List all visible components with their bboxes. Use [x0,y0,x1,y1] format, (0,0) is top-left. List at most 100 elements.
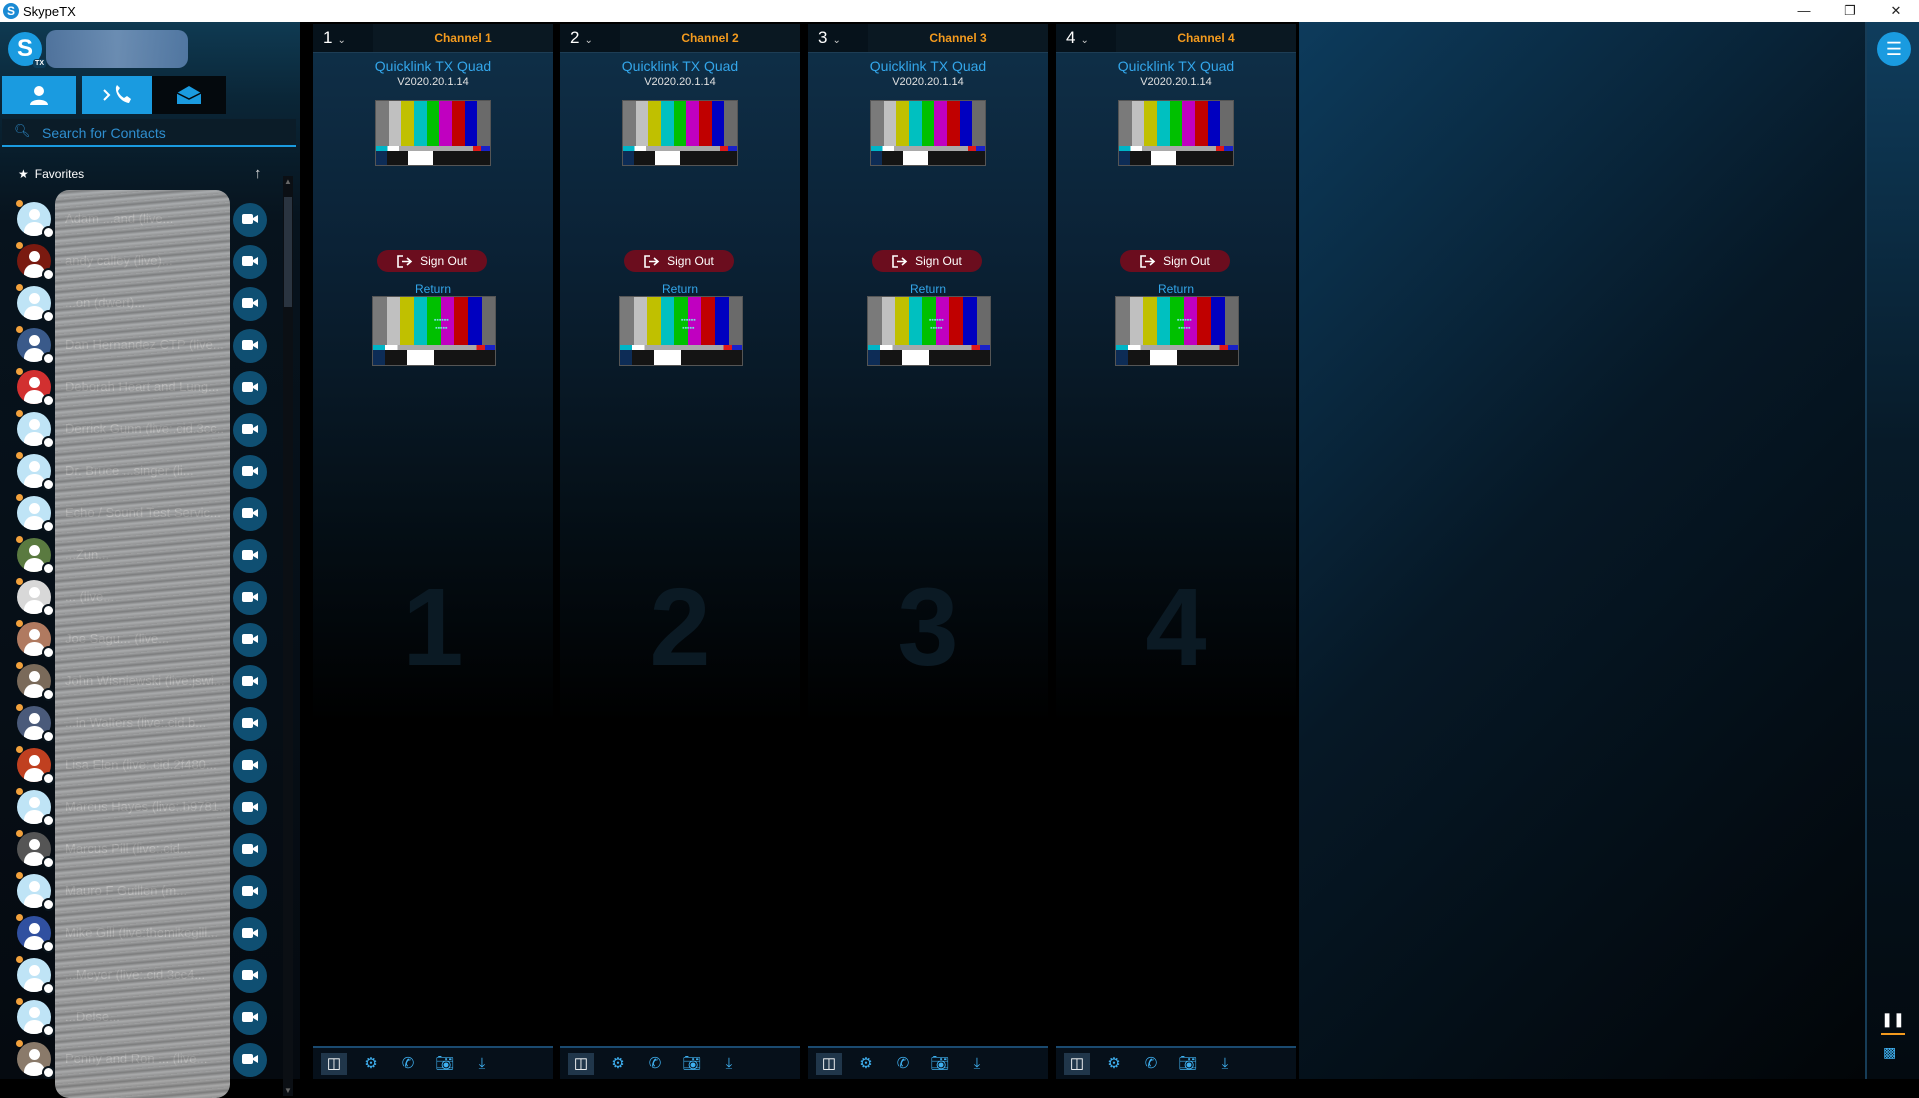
camera-icon[interactable]: 📷︎ [432,1053,458,1075]
avatar-head-shape [29,755,40,766]
gear-icon[interactable]: ⚙ [358,1053,384,1075]
sign-out-button[interactable]: Sign Out [624,250,734,272]
version-label: V2020.20.1.14 [644,76,716,88]
favorite-star-icon [16,746,23,753]
presence-status-icon [42,604,55,617]
favorite-star-icon [16,704,23,711]
video-camera-icon [242,844,258,854]
video-call-button[interactable] [233,329,267,363]
sign-out-button[interactable]: Sign Out [377,250,487,272]
camera-icon[interactable]: 📷︎ [927,1053,953,1075]
menu-icon[interactable]: ☰ [1877,32,1911,66]
sign-out-label: Sign Out [915,254,962,268]
video-call-button[interactable] [233,917,267,951]
video-call-button[interactable] [233,539,267,573]
scrollbar[interactable] [283,176,293,1096]
video-call-button[interactable] [233,833,267,867]
video-camera-icon [242,550,258,560]
presence-status-icon [42,226,55,239]
tab-calls[interactable] [82,76,156,114]
favorites-header[interactable]: ★ Favorites [18,167,84,185]
close-button[interactable]: ✕ [1873,0,1919,22]
gear-icon[interactable]: ⚙ [1101,1053,1127,1075]
channel-watermark: 1 [402,566,464,689]
profile-name-redacted[interactable] [46,30,188,68]
video-call-button[interactable] [233,455,267,489]
channel-watermark: 4 [1145,566,1207,689]
call-icon[interactable]: ✆ [395,1053,421,1075]
video-camera-icon [242,424,258,434]
download-icon[interactable]: ⤓ [469,1053,495,1075]
search-input[interactable] [40,122,294,144]
camera-icon[interactable]: 📷︎ [1175,1053,1201,1075]
product-name: Quicklink TX Quad [374,58,492,74]
sign-out-icon [1140,254,1156,268]
phone-icon [103,85,131,103]
contact-search[interactable]: 🔍︎ [2,119,296,147]
return-label: Return [909,282,947,296]
channel-selector[interactable]: 1 ⌄ [323,28,346,48]
avatar-head-shape [29,461,40,472]
avatar-head-shape [29,335,40,346]
channel-toolbar: ◫ ⚙ ✆ 📷︎ ⤓ [313,1046,553,1079]
video-call-button[interactable] [233,623,267,657]
avatar-head-shape [29,797,40,808]
sign-out-button[interactable]: Sign Out [1120,250,1230,272]
minimize-button[interactable]: — [1781,0,1827,22]
call-icon[interactable]: ✆ [642,1053,668,1075]
video-call-button[interactable] [233,749,267,783]
gear-icon[interactable]: ⚙ [605,1053,631,1075]
tab-messages[interactable] [152,76,226,114]
channel-header: 4 ⌄ Channel 4 [1056,24,1296,53]
avatar-head-shape [29,713,40,724]
video-call-button[interactable] [233,371,267,405]
video-camera-icon [242,718,258,728]
layout-icon[interactable]: ▩ [1883,1044,1896,1061]
download-icon[interactable]: ⤓ [1212,1053,1238,1075]
video-call-button[interactable] [233,287,267,321]
video-call-button[interactable] [233,203,267,237]
scrollbar-thumb[interactable] [284,197,292,307]
scroll-up-icon[interactable]: ▲ [284,177,292,186]
camera-icon[interactable]: 📷︎ [679,1053,705,1075]
video-call-button[interactable] [233,875,267,909]
video-call-button[interactable] [233,791,267,825]
avatar-head-shape [29,545,40,556]
video-call-button[interactable] [233,665,267,699]
chevron-down-icon: ⌄ [337,35,346,46]
video-call-button[interactable] [233,581,267,615]
collapse-arrow-icon[interactable]: ↑ [254,165,262,182]
preview-toggle-icon[interactable]: ◫ [568,1052,594,1075]
preview-toggle-icon[interactable]: ◫ [321,1052,347,1075]
download-icon[interactable]: ⤓ [716,1053,742,1075]
video-call-button[interactable] [233,1043,267,1077]
video-call-button[interactable] [233,413,267,447]
sign-out-button[interactable]: Sign Out [872,250,982,272]
preview-toggle-icon[interactable]: ◫ [816,1052,842,1075]
presence-status-icon [42,310,55,323]
channel-selector[interactable]: 3 ⌄ [818,28,841,48]
return-label: Return [1157,282,1195,296]
tab-contacts[interactable] [2,76,76,114]
skypetx-app-icon: S [3,3,19,19]
video-call-button[interactable] [233,245,267,279]
skype-logo[interactable]: S TX [8,32,46,68]
favorite-star-icon [16,956,23,963]
restore-button[interactable]: ❐ [1827,0,1873,22]
video-call-button[interactable] [233,707,267,741]
sign-out-label: Sign Out [420,254,467,268]
video-call-button[interactable] [233,497,267,531]
video-camera-icon [242,928,258,938]
call-icon[interactable]: ✆ [1138,1053,1164,1075]
gear-icon[interactable]: ⚙ [853,1053,879,1075]
preview-toggle-icon[interactable]: ◫ [1064,1052,1090,1075]
scroll-down-icon[interactable]: ▼ [284,1086,292,1095]
download-icon[interactable]: ⤓ [964,1053,990,1075]
video-call-button[interactable] [233,1001,267,1035]
call-icon[interactable]: ✆ [890,1053,916,1075]
channel-selector[interactable]: 2 ⌄ [570,28,593,48]
channel-selector[interactable]: 4 ⌄ [1066,28,1089,48]
pause-icon[interactable]: ❚❚ [1881,1011,1905,1035]
video-call-button[interactable] [233,959,267,993]
channel-panel: 1 ⌄ Channel 1 Quicklink TX Quad V2020.20.1.1… [313,24,553,1079]
